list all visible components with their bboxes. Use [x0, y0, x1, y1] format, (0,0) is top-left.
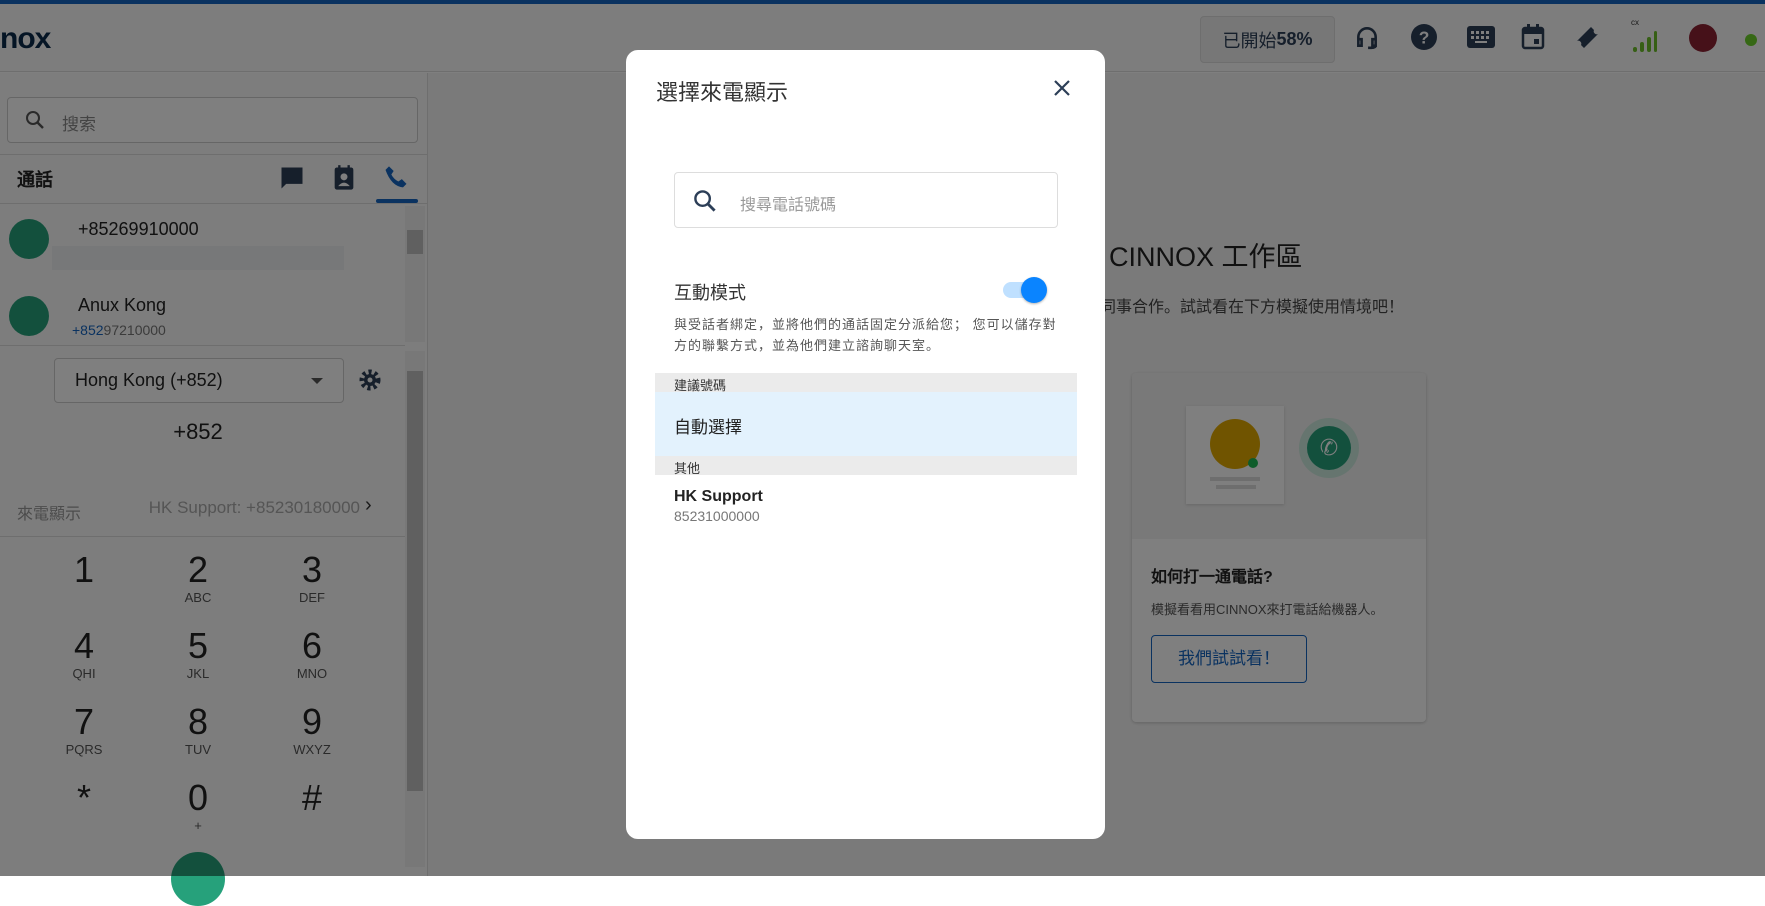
interactive-mode-toggle[interactable] [1003, 277, 1047, 303]
suggested-section-header: 建議號碼 [655, 373, 1077, 393]
caller-id-dialog: 選擇來電顯示 搜尋電話號碼 互動模式 與受話者綁定，並將他們的通話固定分派給您；… [626, 50, 1105, 839]
interactive-mode-description: 與受話者綁定，並將他們的通話固定分派給您； 您可以儲存對方的聯繫方式，並為他們建… [674, 317, 1057, 353]
interactive-mode-label: 互動模式 [674, 283, 746, 303]
close-icon[interactable] [1053, 79, 1071, 97]
search-icon [694, 190, 716, 212]
caller-id-option[interactable]: HK Support 85231000000 [655, 488, 1077, 546]
dialog-title: 選擇來電顯示 [656, 80, 789, 105]
phone-search-input[interactable]: 搜尋電話號碼 [674, 172, 1058, 228]
other-section-header: 其他 [655, 456, 1077, 476]
auto-select-option[interactable]: 自動選擇 [655, 392, 1077, 456]
